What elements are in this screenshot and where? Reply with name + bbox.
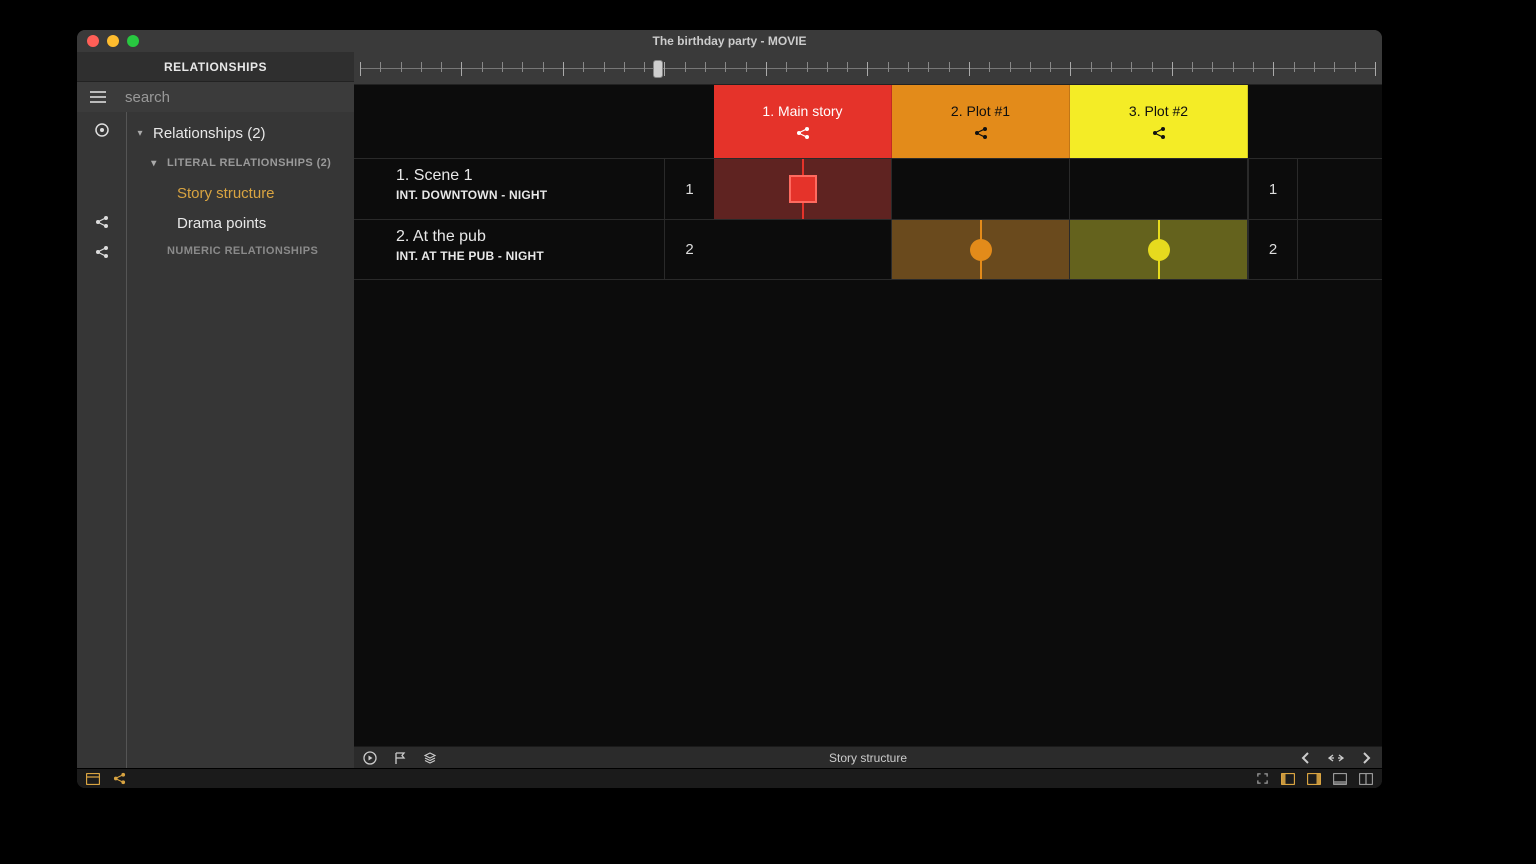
tree-section-label: LITERAL RELATIONSHIPS (2) [167,157,331,169]
ruler-ticks [360,62,1376,76]
relationship-grid: 1. Main story 2. Plot #1 3. Plot #2 [354,85,1382,746]
plot-header-label: 3. Plot #2 [1129,103,1188,119]
panel-right-icon[interactable] [1306,771,1322,787]
status-right-icons [1254,771,1374,787]
chevron-left-icon[interactable] [1298,750,1314,766]
panel-left-icon[interactable] [1280,771,1296,787]
grid-trailing [1298,220,1378,279]
plot-header-plot2[interactable]: 3. Plot #2 [1070,85,1248,158]
window-controls [77,35,139,47]
marker-square-icon[interactable] [789,175,817,203]
ruler-playhead[interactable] [653,60,663,78]
plot-header-label: 1. Main story [762,103,842,119]
window-title: The birthday party - MOVIE [652,34,806,48]
sidebar-content: ▾ Relationships (2) ▾ LITERAL RELATIONSH… [77,112,354,768]
plot-cell-plot1[interactable] [892,220,1070,279]
panel-bottom-icon[interactable] [1332,771,1348,787]
sidebar-search-bar [77,82,354,112]
tree-root-label: Relationships (2) [153,125,266,142]
chevron-down-icon: ▾ [133,128,147,139]
plot-header-plot1[interactable]: 2. Plot #1 [892,85,1070,158]
target-icon[interactable] [94,122,110,138]
scene-location: INT. DOWNTOWN - NIGHT [396,188,664,202]
fullscreen-icon[interactable] [1254,771,1270,787]
scene-number-left: 1 [664,159,714,219]
tree-section-numeric[interactable]: NUMERIC RELATIONSHIPS [127,238,354,264]
footer-right-icons [1298,750,1374,766]
plot-header-main-story[interactable]: 1. Main story [714,85,892,158]
tree-item-label: Story structure [177,185,275,202]
fit-width-icon[interactable] [1328,750,1344,766]
minimize-window-button[interactable] [107,35,119,47]
share-icon[interactable] [94,244,110,260]
sidebar-tree: ▾ Relationships (2) ▾ LITERAL RELATIONSH… [127,112,354,768]
share-icon[interactable] [94,214,110,230]
flag-icon[interactable] [392,750,408,766]
scene-cell[interactable]: 2. At the pub INT. AT THE PUB - NIGHT [354,220,664,279]
close-window-button[interactable] [87,35,99,47]
plot-cell-main-story[interactable] [714,220,892,279]
scene-number-right: 2 [1248,220,1298,279]
plot-cell-main-story[interactable] [714,159,892,219]
sidebar-title: RELATIONSHIPS [77,52,354,82]
chevron-right-icon[interactable] [1358,750,1374,766]
zoom-window-button[interactable] [127,35,139,47]
timeline-ruler[interactable] [354,52,1382,85]
sidebar-menu-button[interactable] [77,89,119,105]
scene-title: 1. Scene 1 [396,167,664,185]
marker-circle-icon[interactable] [970,239,992,261]
scene-location: INT. AT THE PUB - NIGHT [396,249,664,263]
main-footer: Story structure [354,746,1382,768]
scene-row: 1. Scene 1 INT. DOWNTOWN - NIGHT 1 1 [354,158,1382,219]
sidebar: RELATIONSHIPS [77,52,354,768]
marker-circle-icon[interactable] [1148,239,1170,261]
footer-view-label: Story structure [829,751,907,765]
share-icon [795,125,811,141]
plot-header-label: 2. Plot #1 [951,103,1010,119]
share-icon [1151,125,1167,141]
search-input[interactable] [119,89,354,106]
titlebar[interactable]: The birthday party - MOVIE [77,30,1382,52]
scene-cell[interactable]: 1. Scene 1 INT. DOWNTOWN - NIGHT [354,159,664,219]
scene-number-left: 2 [664,220,714,279]
hamburger-icon [90,89,106,105]
share-icon[interactable] [111,771,127,787]
plot-cell-plot2[interactable] [1070,220,1248,279]
app-body: RELATIONSHIPS [77,52,1382,768]
layout-icon[interactable] [85,771,101,787]
tree-section-literal[interactable]: ▾ LITERAL RELATIONSHIPS (2) [127,148,354,178]
scene-row: 2. At the pub INT. AT THE PUB - NIGHT 2 … [354,219,1382,280]
sidebar-icon-rail [77,112,127,768]
grid-blank-corner [354,85,714,158]
app-window: The birthday party - MOVIE RELATIONSHIPS [77,30,1382,788]
plot-cell-plot2[interactable] [1070,159,1248,219]
grid-trailing [1298,159,1378,219]
chevron-down-icon: ▾ [147,158,161,169]
tree-section-label: NUMERIC RELATIONSHIPS [167,245,318,257]
scene-number-right: 1 [1248,159,1298,219]
scene-title: 2. At the pub [396,228,664,246]
layers-icon[interactable] [422,750,438,766]
main-panel: 1. Main story 2. Plot #1 3. Plot #2 [354,52,1382,768]
sidebar-item-story-structure[interactable]: Story structure [127,178,354,208]
panel-split-icon[interactable] [1358,771,1374,787]
share-icon [973,125,989,141]
plot-cell-plot1[interactable] [892,159,1070,219]
grid-header-row: 1. Main story 2. Plot #1 3. Plot #2 [354,85,1382,158]
app-status-bar [77,768,1382,788]
tree-item-label: Drama points [177,215,266,232]
sidebar-item-drama-points[interactable]: Drama points [127,208,354,238]
tree-root[interactable]: ▾ Relationships (2) [127,118,354,148]
play-icon[interactable] [362,750,378,766]
